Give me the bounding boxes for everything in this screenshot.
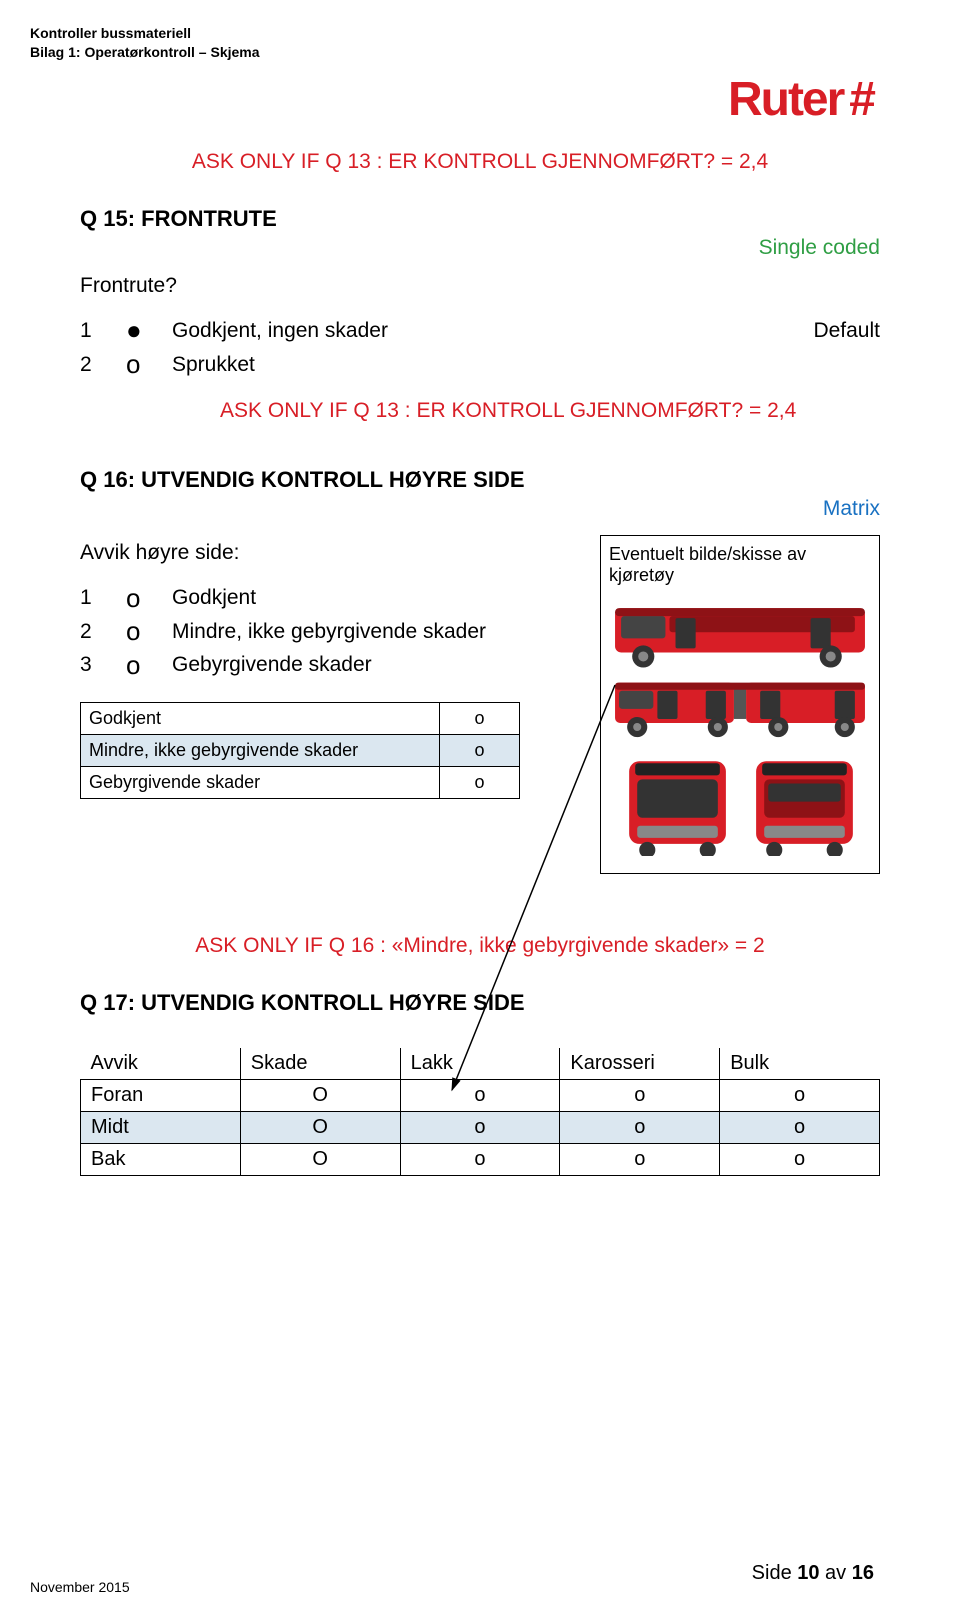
matrix-label: Godkjent [81,702,440,734]
doc-header-line1: Kontroller bussmateriell [30,24,260,43]
q15-option[interactable]: 1 ● Godkjent, ingen skader Default [80,314,880,348]
logo-text: Ruter [728,72,843,127]
matrix-mark[interactable]: o [440,702,520,734]
cell-mark[interactable]: o [720,1080,880,1112]
col-header: Karosseri [560,1048,720,1080]
ruter-logo: Ruter# [728,72,876,127]
option-label: Gebyrgivende skader [172,648,580,682]
ask-condition-q15: ASK ONLY IF Q 13 : ER KONTROLL GJENNOMFØ… [80,150,880,174]
vehicle-caption: Eventuelt bilde/skisse av kjøretøy [609,544,871,586]
table-row: Gebyrgivende skader o [81,766,520,798]
option-label: Godkjent [172,581,580,615]
option-number: 1 [80,314,126,348]
cell-mark[interactable]: o [400,1080,560,1112]
matrix-label: Mindre, ikke gebyrgivende skader [81,734,440,766]
footer-date: November 2015 [30,1579,130,1595]
option-mark-icon: o [126,588,172,609]
q16-type: Matrix [80,497,880,521]
q16-option[interactable]: 3 o Gebyrgivende skader [80,648,580,682]
option-mark-icon: o [126,655,172,676]
col-header: Skade [240,1048,400,1080]
row-label: Bak [81,1144,241,1176]
q16-title: Q 16: UTVENDIG KONTROLL HØYRE SIDE [80,467,880,493]
table-row: Foran O o o o [81,1080,880,1112]
table-row: Midt O o o o [81,1112,880,1144]
footer-page-num: 10 [797,1562,819,1584]
q15-option[interactable]: 2 o Sprukket [80,348,880,382]
footer-prefix: Side [752,1562,798,1584]
q15-subtitle: Frontrute? [80,274,880,298]
matrix-mark[interactable]: o [440,734,520,766]
option-mark-icon: o [126,621,172,642]
footer-mid: av [820,1562,852,1584]
col-header: Bulk [720,1048,880,1080]
q17-table: Avvik Skade Lakk Karosseri Bulk Foran O … [80,1048,880,1176]
cell-mark[interactable]: o [560,1144,720,1176]
cell-mark[interactable]: O [240,1144,400,1176]
q16-subtitle: Avvik høyre side: [80,541,580,565]
cell-mark[interactable]: o [560,1080,720,1112]
col-header: Lakk [400,1048,560,1080]
q15-options: 1 ● Godkjent, ingen skader Default 2 o S… [80,314,880,381]
option-number: 2 [80,348,126,382]
q16-option[interactable]: 1 o Godkjent [80,581,580,615]
q15-title: Q 15: FRONTRUTE [80,206,880,232]
matrix-label: Gebyrgivende skader [81,766,440,798]
doc-header-line2: Bilag 1: Operatørkontroll – Skjema [30,43,260,62]
ask-condition-q16: ASK ONLY IF Q 13 : ER KONTROLL GJENNOMFØ… [220,399,880,423]
ask-condition-q17: ASK ONLY IF Q 16 : «Mindre, ikke gebyrgi… [80,934,880,958]
col-header: Avvik [81,1048,241,1080]
cell-mark[interactable]: O [240,1112,400,1144]
table-row: Mindre, ikke gebyrgivende skader o [81,734,520,766]
option-mark-icon: ● [126,320,172,341]
cell-mark[interactable]: o [720,1112,880,1144]
option-label: Godkjent, ingen skader [172,314,760,348]
q15-type: Single coded [80,236,880,260]
row-label: Midt [81,1112,241,1144]
vehicle-sketch-box: Eventuelt bilde/skisse av kjøretøy [600,535,880,874]
q17-title: Q 17: UTVENDIG KONTROLL HØYRE SIDE [80,990,880,1016]
cell-mark[interactable]: o [400,1112,560,1144]
q16-option[interactable]: 2 o Mindre, ikke gebyrgivende skader [80,615,580,649]
q16-options: 1 o Godkjent 2 o Mindre, ikke gebyrgiven… [80,581,580,682]
logo-hash-icon: # [849,72,876,127]
cell-mark[interactable]: o [720,1144,880,1176]
doc-header: Kontroller bussmateriell Bilag 1: Operat… [30,24,260,62]
matrix-mark[interactable]: o [440,766,520,798]
q16-matrix-table: Godkjent o Mindre, ikke gebyrgivende ska… [80,702,520,799]
option-number: 2 [80,615,126,649]
table-row: Bak O o o o [81,1144,880,1176]
option-mark-icon: o [126,354,172,375]
row-label: Foran [81,1080,241,1112]
option-number: 3 [80,648,126,682]
table-row: Godkjent o [81,702,520,734]
option-label: Sprukket [172,348,760,382]
option-default-tag: Default [760,314,880,348]
footer-page: Side 10 av 16 [752,1562,874,1585]
bus-illustration-icon [609,594,871,856]
cell-mark[interactable]: o [400,1144,560,1176]
cell-mark[interactable]: O [240,1080,400,1112]
table-header-row: Avvik Skade Lakk Karosseri Bulk [81,1048,880,1080]
option-label: Mindre, ikke gebyrgivende skader [172,615,580,649]
option-number: 1 [80,581,126,615]
footer-total: 16 [852,1562,874,1584]
cell-mark[interactable]: o [560,1112,720,1144]
